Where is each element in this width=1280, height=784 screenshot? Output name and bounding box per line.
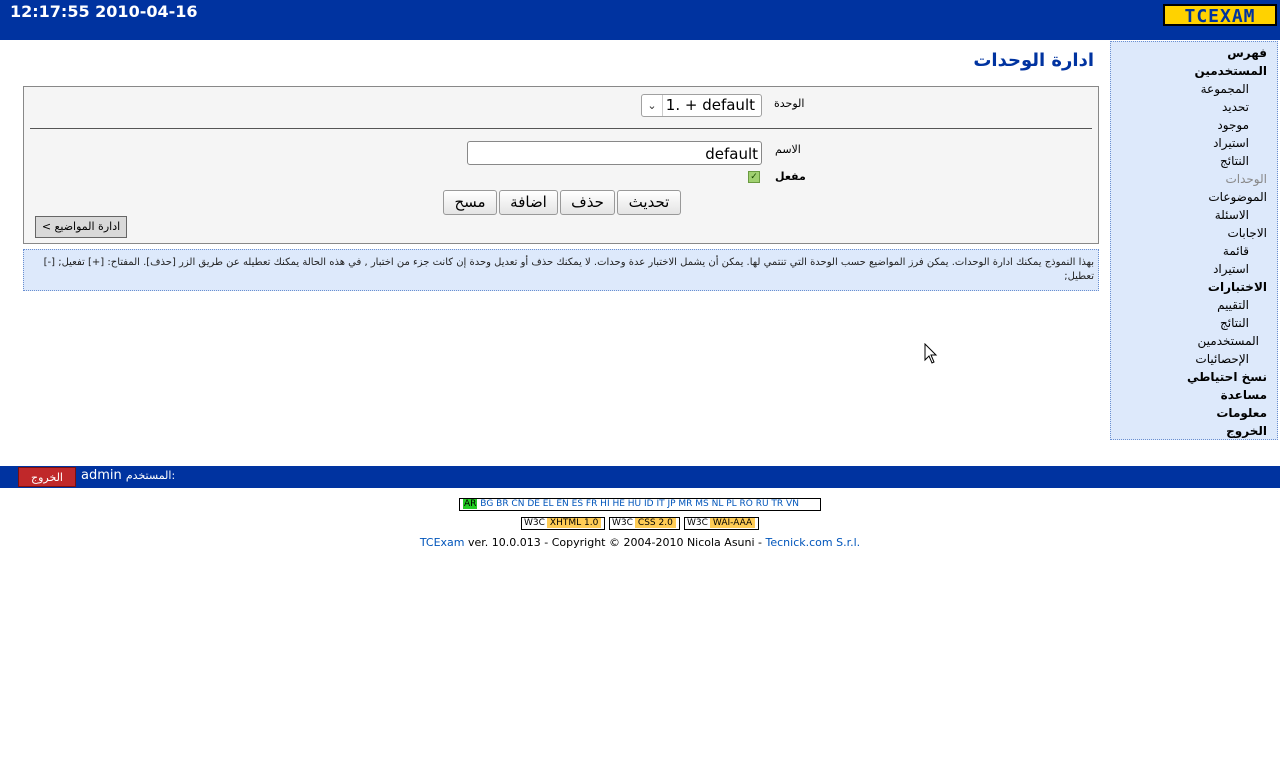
menu-item-users[interactable]: المستخدمين <box>1111 62 1267 80</box>
user-label: المستخدم: <box>125 469 176 482</box>
w3c-css-badge[interactable]: W3C CSS 2.0 <box>609 517 680 530</box>
language-links[interactable]: BG BR CN DE EL EN ES FR HI HE HU ID IT J… <box>480 499 799 509</box>
sidebar-menu: فهرس المستخدمين المجموعة تحديد موجود است… <box>1110 41 1278 440</box>
w3c-xhtml-key: W3C <box>524 518 545 528</box>
w3c-css-key: W3C <box>612 518 633 528</box>
name-input[interactable] <box>467 141 762 165</box>
menu-item-test-results[interactable]: النتائج <box>1111 314 1267 332</box>
user-bar: الخروج admin المستخدم: <box>0 466 1280 488</box>
unit-select-value: 1. + default <box>665 96 755 114</box>
help-text: بهذا النموذج يمكنك ادارة الوحدات. يمكن ف… <box>43 257 1094 282</box>
menu-item-info[interactable]: معلومات <box>1111 404 1267 422</box>
page-title: ادارة الوحدات <box>973 50 1094 71</box>
menu-item-modules: الوحدات <box>1225 172 1267 186</box>
add-button[interactable]: اضافة <box>499 190 558 215</box>
menu-item-logout[interactable]: الخروج <box>1111 422 1267 440</box>
w3c-xhtml-value: XHTML 1.0 <box>546 518 602 528</box>
tcexam-link[interactable]: TCExam <box>420 536 465 549</box>
menu-item-statistics[interactable]: الإحصائيات <box>1111 350 1267 368</box>
user-info: admin المستخدم: <box>81 468 175 483</box>
unit-select[interactable]: ⌄ 1. + default <box>641 94 762 117</box>
w3c-wai-key: W3C <box>687 518 708 528</box>
enabled-checkbox[interactable]: ✓ <box>748 171 760 183</box>
copyright-text: ver. 10.0.013 - Copyright © 2004-2010 Ni… <box>464 536 766 549</box>
form-divider <box>30 128 1092 129</box>
language-selector: AR BG BR CN DE EL EN ES FR HI HE HU ID I… <box>459 498 821 511</box>
w3c-wai-badge[interactable]: W3C WAI-AAA <box>684 517 759 530</box>
mouse-cursor-icon <box>924 343 938 364</box>
menu-item-tests[interactable]: الاختبارات <box>1111 278 1267 296</box>
name-label: الاسم <box>775 143 801 156</box>
chevron-down-icon: ⌄ <box>642 95 663 116</box>
menu-item-questions[interactable]: الاسئلة <box>1111 206 1267 224</box>
menu-item-list[interactable]: قائمة <box>1111 242 1267 260</box>
w3c-wai-value: WAI-AAA <box>709 518 756 528</box>
language-active: AR <box>463 499 478 509</box>
copyright-line: TCExam ver. 10.0.013 - Copyright © 2004-… <box>0 536 1280 549</box>
menu-item-groups[interactable]: المجموعة <box>1111 80 1267 98</box>
menu-item-answers[interactable]: الاجابات <box>1111 224 1267 242</box>
tcexam-logo[interactable]: TCEXAM <box>1163 4 1277 27</box>
w3c-xhtml-badge[interactable]: W3C XHTML 1.0 <box>521 517 605 530</box>
menu-item-online-users[interactable]: موجود <box>1111 116 1267 134</box>
module-form: الوحدة ⌄ 1. + default الاسم مفعل ✓ تحديث… <box>23 86 1099 244</box>
unit-label: الوحدة <box>774 97 805 110</box>
logout-button[interactable]: الخروج <box>18 467 76 487</box>
menu-item-subjects[interactable]: الموضوعات <box>1111 188 1267 206</box>
menu-item-test-users[interactable]: المستخدمين <box>1111 332 1267 350</box>
tecnick-link[interactable]: Tecnick.com S.r.l. <box>766 536 861 549</box>
goto-subjects-button[interactable]: ادارة المواضيع > <box>35 216 127 238</box>
update-button[interactable]: تحديث <box>617 190 681 215</box>
delete-button[interactable]: حذف <box>560 190 615 215</box>
menu-item-rating[interactable]: التقييم <box>1111 296 1267 314</box>
menu-item-backup[interactable]: نسخ احتياطي <box>1111 368 1267 386</box>
w3c-css-value: CSS 2.0 <box>634 518 676 528</box>
top-bar: 12:17:55 2010-04-16 TCEXAM <box>0 0 1280 40</box>
clear-button[interactable]: مسح <box>443 190 497 215</box>
enabled-label: مفعل <box>775 170 806 183</box>
menu-item-select-users[interactable]: تحديد <box>1111 98 1267 116</box>
menu-item-user-results[interactable]: النتائج <box>1111 152 1267 170</box>
menu-item-import-questions[interactable]: استيراد <box>1111 260 1267 278</box>
menu-item-help[interactable]: مساعدة <box>1111 386 1267 404</box>
menu-item-import-users[interactable]: استيراد <box>1111 134 1267 152</box>
datetime-display: 12:17:55 2010-04-16 <box>10 2 198 21</box>
menu-item-index[interactable]: فهرس <box>1111 44 1267 62</box>
username: admin <box>81 468 122 483</box>
help-box: بهذا النموذج يمكنك ادارة الوحدات. يمكن ف… <box>23 249 1099 291</box>
